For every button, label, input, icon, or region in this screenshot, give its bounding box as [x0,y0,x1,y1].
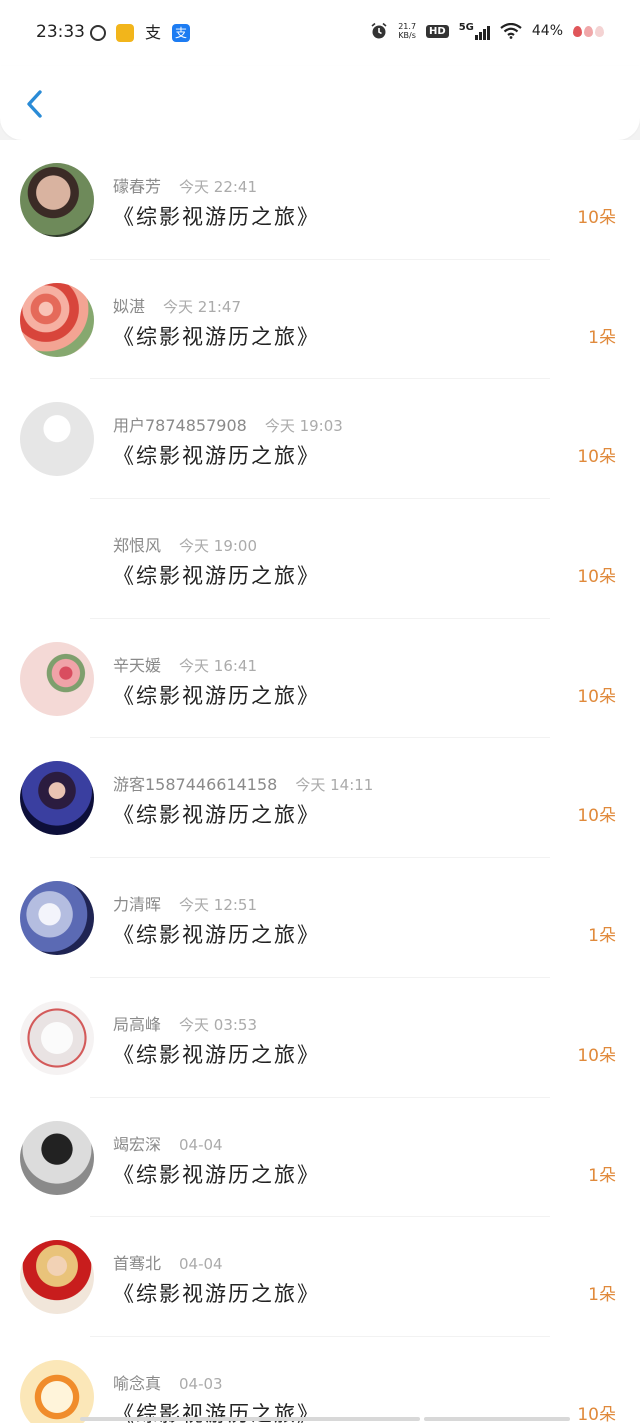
net-speed: 21.7 KB/s [398,22,416,40]
signal-icon: 5G [459,22,490,40]
gift-time: 今天 03:53 [179,1015,258,1034]
app-yellow-icon [116,24,134,42]
gift-count: 10朵 [577,686,616,707]
gift-time: 今天 21:47 [163,297,242,316]
book-title: 《综影视游历之旅》 [113,923,320,948]
gift-count: 10朵 [577,567,616,588]
list-item[interactable]: 姒湛 今天 21:47 《综影视游历之旅》 1朵 [0,260,640,380]
user-meta: 礞春芳 今天 22:41 [113,173,257,197]
back-button[interactable] [16,84,52,124]
ring-icon [90,25,106,41]
list-item[interactable]: 用户7874857908 今天 19:03 《综影视游历之旅》 10朵 [0,379,640,499]
chevron-left-icon [27,90,42,118]
status-right: 21.7 KB/s HD 5G 44% [370,22,604,40]
gift-time: 今天 14:11 [295,776,374,795]
list-item[interactable]: 郑恨风 今天 19:00 《综影视游历之旅》 10朵 [0,499,640,619]
list-item[interactable]: 力清晖 今天 12:51 《综影视游历之旅》 1朵 [0,858,640,978]
avatar[interactable] [20,881,94,956]
list-item[interactable]: 竭宏深 04-04 《综影视游历之旅》 1朵 [0,1098,640,1218]
avatar[interactable] [20,402,94,477]
net-speed-unit: KB/s [398,31,416,40]
book-title: 《综影视游历之旅》 [113,803,320,828]
hd-badge: HD [426,24,449,38]
gift-count: 10朵 [577,208,616,228]
user-meta: 用户7874857908 今天 19:03 [113,412,343,436]
gift-time: 今天 19:03 [264,417,343,436]
book-title: 《综影视游历之旅》 [113,205,320,229]
list-item[interactable]: 喻念真 04-03 《综影视游历之旅》 10朵 [0,1337,640,1423]
book-title: 《综影视游历之旅》 [113,683,320,708]
scroll-indicator [0,1417,640,1421]
user-name: 局高峰 [113,1014,162,1034]
user-meta: 力清晖 今天 12:51 [113,891,257,915]
user-meta: 喻念真 04-03 [113,1370,223,1394]
gift-time: 04-04 [179,1135,223,1154]
list-item[interactable]: 游客1587446614158 今天 14:11 《综影视游历之旅》 10朵 [0,738,640,858]
avatar[interactable] [20,1359,94,1423]
book-title: 《综影视游历之旅》 [113,1042,320,1067]
gift-time: 今天 12:51 [179,896,258,915]
gift-count: 10朵 [577,447,616,468]
gift-count: 1朵 [588,926,616,947]
gift-time: 04-03 [179,1374,223,1393]
avatar[interactable] [20,163,94,237]
user-meta: 局高峰 今天 03:53 [113,1011,257,1035]
gift-count: 10朵 [577,806,616,827]
list-item[interactable]: 首骞北 04-04 《综影视游历之旅》 1朵 [0,1217,640,1337]
book-title: 《综影视游历之旅》 [113,444,320,469]
list-item[interactable]: 辛天媛 今天 16:41 《综影视游历之旅》 10朵 [0,619,640,739]
header [0,66,640,140]
alipay-icon: 支 [172,24,190,42]
alipay-text-icon: 支 [144,23,161,42]
book-title: 《综影视游历之旅》 [113,324,320,349]
user-meta: 郑恨风 今天 19:00 [113,532,257,556]
user-name: 力清晖 [113,895,162,915]
avatar[interactable] [20,1000,94,1075]
gift-count: 1朵 [588,1285,616,1306]
avatar[interactable] [20,1120,94,1195]
gift-count: 10朵 [577,1045,616,1066]
user-name: 礞春芳 [113,177,162,196]
list-item[interactable]: 礞春芳 今天 22:41 《综影视游历之旅》 10朵 [0,140,640,260]
book-title: 《综影视游历之旅》 [113,1162,320,1187]
user-name: 喻念真 [113,1373,162,1393]
avatar[interactable] [20,761,94,836]
net-speed-value: 21.7 [398,22,417,31]
user-name: 用户7874857908 [113,416,247,436]
user-meta: 游客1587446614158 今天 14:11 [113,771,373,795]
gift-time: 今天 19:00 [179,537,258,556]
book-title: 《综影视游历之旅》 [113,1282,320,1307]
user-meta: 竭宏深 04-04 [113,1131,223,1155]
avatar[interactable] [20,641,94,716]
user-name: 竭宏深 [113,1134,162,1154]
status-bar: 23:33 支 支 21.7 KB/s HD 5G 44% [0,0,640,66]
wifi-icon [500,23,522,39]
gift-count: 1朵 [588,327,616,348]
gift-time: 今天 22:41 [179,178,258,196]
user-name: 游客1587446614158 [113,775,278,795]
battery-icon [573,25,604,37]
alarm-icon [371,22,387,39]
book-title: 《综影视游历之旅》 [113,564,320,589]
gift-time: 04-04 [179,1255,223,1274]
user-name: 郑恨风 [113,536,162,556]
avatar[interactable] [20,282,94,357]
user-meta: 辛天媛 今天 16:41 [113,652,257,676]
user-meta: 首骞北 04-04 [113,1250,223,1274]
list-item[interactable]: 局高峰 今天 03:53 《综影视游历之旅》 10朵 [0,978,640,1098]
user-name: 首骞北 [113,1254,162,1274]
notification-icons: 支 支 [90,24,190,42]
gift-list: 礞春芳 今天 22:41 《综影视游历之旅》 10朵 姒湛 今天 21:47 《综影视游历之… [0,140,640,1423]
avatar[interactable] [20,1240,94,1315]
user-meta: 姒湛 今天 21:47 [113,293,241,317]
user-name: 姒湛 [113,296,146,316]
battery-level: 44% [531,23,563,39]
gift-time: 今天 16:41 [179,656,258,675]
user-name: 辛天媛 [113,655,162,675]
network-type: 5G [458,22,474,33]
status-time: 23:33 [36,22,85,42]
gift-count: 1朵 [588,1165,616,1186]
avatar[interactable] [20,522,94,596]
